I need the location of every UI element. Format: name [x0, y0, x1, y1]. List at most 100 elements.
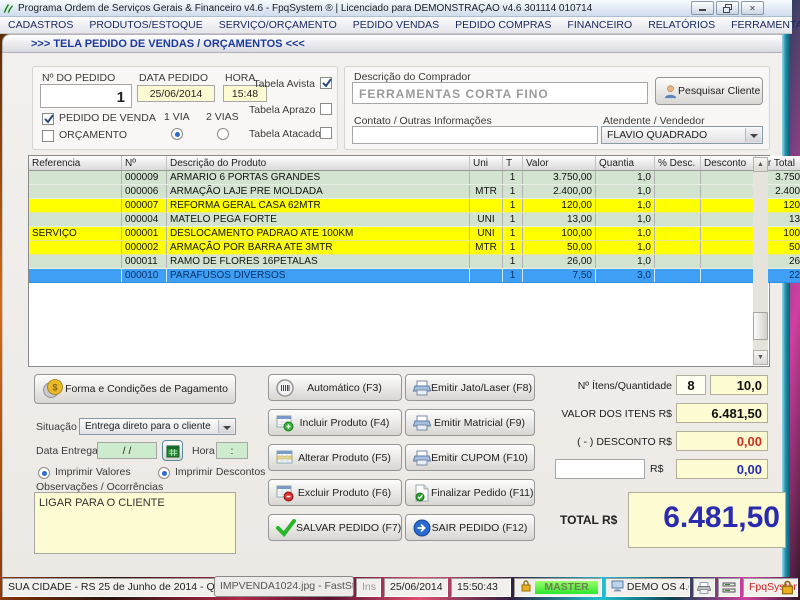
calendar-button[interactable]	[162, 440, 183, 461]
table-cell[interactable]: 1,0	[596, 255, 655, 269]
scroll-down-icon[interactable]: ▼	[753, 350, 768, 365]
table-cell[interactable]	[655, 213, 701, 227]
numero-pedido-field[interactable]: 1	[40, 84, 132, 108]
table-cell[interactable]	[29, 199, 122, 213]
table-cell[interactable]: SERVIÇO	[29, 227, 122, 241]
column-header[interactable]: % Desc.	[655, 156, 701, 171]
column-header[interactable]: Descrição do Produto	[167, 156, 470, 171]
column-header[interactable]: Referencia	[29, 156, 122, 171]
table-cell[interactable]	[29, 255, 122, 269]
table-cell[interactable]: 3,0	[596, 269, 655, 283]
automatico-button[interactable]: Automático (F3)	[268, 374, 402, 401]
table-cell[interactable]: 26,00	[523, 255, 596, 269]
desconto-input[interactable]	[555, 459, 645, 479]
sair-pedido-button[interactable]: SAIR PEDIDO (F12)	[405, 514, 535, 541]
table-cell[interactable]: 1,0	[596, 227, 655, 241]
table-cell[interactable]: REFORMA GERAL CASA 62MTR	[167, 199, 470, 213]
table-cell[interactable]	[655, 241, 701, 255]
table-cell[interactable]	[29, 213, 122, 227]
table-cell[interactable]	[701, 255, 756, 269]
table-cell[interactable]	[29, 269, 122, 283]
table-cell[interactable]: 1,0	[596, 241, 655, 255]
table-cell[interactable]	[655, 227, 701, 241]
table-cell[interactable]	[655, 199, 701, 213]
table-cell[interactable]	[701, 227, 756, 241]
table-cell[interactable]: MTR	[470, 241, 503, 255]
via1-radio[interactable]	[171, 128, 183, 140]
table-scrollbar[interactable]: ▲ ▼	[753, 157, 768, 365]
column-header[interactable]: Uni	[470, 156, 503, 171]
table-cell[interactable]: 1	[503, 255, 523, 269]
table-cell[interactable]: 1,0	[596, 185, 655, 199]
tabela-aprazo-checkbox[interactable]	[320, 103, 332, 115]
table-cell[interactable]: MTR	[470, 185, 503, 199]
table-cell[interactable]: PARAFUSOS DIVERSOS	[167, 269, 470, 283]
table-row[interactable]: 000006ARMAÇÃO LAJE PRE MOLDADAMTR12.400,…	[29, 185, 800, 199]
tabela-atacado-checkbox[interactable]	[320, 127, 332, 139]
forma-pagamento-button[interactable]: $ Forma e Condições de Pagamento	[34, 374, 236, 404]
table-cell[interactable]: 3.750,00	[523, 171, 596, 185]
salvar-pedido-button[interactable]: SALVAR PEDIDO (F7)	[268, 514, 402, 541]
table-cell[interactable]: 7,50	[523, 269, 596, 283]
table-cell[interactable]	[701, 269, 756, 283]
comprador-field[interactable]: FERRAMENTAS CORTA FINO	[352, 82, 648, 104]
table-row[interactable]: 000007REFORMA GERAL CASA 62MTR1120,001,0…	[29, 199, 800, 213]
table-cell[interactable]: 1,0	[596, 171, 655, 185]
table-cell[interactable]: 1	[503, 227, 523, 241]
emitir-jato-button[interactable]: Emitir Jato/Laser (F8)	[405, 374, 535, 401]
menu-cadastros[interactable]: CADASTROS	[0, 19, 81, 31]
hora-entrega-field[interactable]: :	[216, 442, 248, 459]
menu-servico-orcamento[interactable]: SERVIÇO/ORÇAMENTO	[211, 19, 345, 31]
table-cell[interactable]: 1	[503, 213, 523, 227]
table-cell[interactable]: 1	[503, 241, 523, 255]
table-cell[interactable]: DESLOCAMENTO PADRAO ATE 100KM	[167, 227, 470, 241]
emitir-cupom-button[interactable]: Emitir CUPOM (F10)	[405, 444, 535, 471]
table-cell[interactable]	[701, 241, 756, 255]
incluir-produto-button[interactable]: Incluir Produto (F4)	[268, 409, 402, 436]
statusbar-print[interactable]	[693, 578, 715, 597]
table-cell[interactable]	[655, 269, 701, 283]
statusbar-network[interactable]	[718, 578, 740, 597]
table-cell[interactable]: 1	[503, 185, 523, 199]
close-icon[interactable]: ✕	[741, 1, 764, 15]
tabela-avista-checkbox[interactable]	[320, 77, 332, 89]
pedido-venda-checkbox[interactable]	[42, 113, 54, 125]
table-cell[interactable]	[29, 241, 122, 255]
table-cell[interactable]	[655, 185, 701, 199]
table-cell[interactable]: ARMAÇÃO LAJE PRE MOLDADA	[167, 185, 470, 199]
minimize-icon[interactable]	[691, 1, 714, 15]
table-cell[interactable]: 000004	[122, 213, 167, 227]
table-cell[interactable]: 13,00	[523, 213, 596, 227]
situacao-dropdown[interactable]: Entrega direto para o cliente	[79, 418, 236, 435]
table-cell[interactable]	[701, 199, 756, 213]
table-cell[interactable]: 1,0	[596, 199, 655, 213]
table-cell[interactable]: UNI	[470, 213, 503, 227]
table-cell[interactable]	[470, 199, 503, 213]
column-header[interactable]: Desconto	[701, 156, 756, 171]
table-row[interactable]: 000004MATELO PEGA FORTEUNI113,001,013,00	[29, 213, 800, 227]
restore-icon[interactable]	[716, 1, 739, 15]
table-cell[interactable]: 000002	[122, 241, 167, 255]
alterar-produto-button[interactable]: Alterar Produto (F5)	[268, 444, 402, 471]
table-cell[interactable]: UNI	[470, 227, 503, 241]
table-cell[interactable]	[29, 171, 122, 185]
table-cell[interactable]: 2.400,00	[523, 185, 596, 199]
finalizar-pedido-button[interactable]: Finalizar Pedido (F11)	[405, 479, 535, 506]
table-cell[interactable]: 1	[503, 199, 523, 213]
table-cell[interactable]: MATELO PEGA FORTE	[167, 213, 470, 227]
table-row[interactable]: 000011RAMO DE FLORES 16PETALAS126,001,02…	[29, 255, 800, 269]
menu-financeiro[interactable]: FINANCEIRO	[559, 19, 640, 31]
table-cell[interactable]: 1,0	[596, 213, 655, 227]
pesquisar-cliente-button[interactable]: Pesquisar Cliente	[655, 77, 763, 105]
observacoes-textarea[interactable]: LIGAR PARA O CLIENTE	[34, 492, 236, 554]
menu-relatorios[interactable]: RELATÓRIOS	[640, 19, 723, 31]
scroll-up-icon[interactable]: ▲	[753, 157, 768, 172]
table-cell[interactable]	[701, 185, 756, 199]
table-cell[interactable]	[470, 255, 503, 269]
scrollbar-thumb[interactable]	[753, 312, 768, 340]
table-cell[interactable]: 000009	[122, 171, 167, 185]
table-cell[interactable]	[655, 171, 701, 185]
vendedor-dropdown[interactable]: FLAVIO QUADRADO	[601, 126, 763, 144]
data-pedido-field[interactable]: 25/06/2014	[137, 85, 215, 102]
orcamento-checkbox[interactable]	[42, 130, 54, 142]
